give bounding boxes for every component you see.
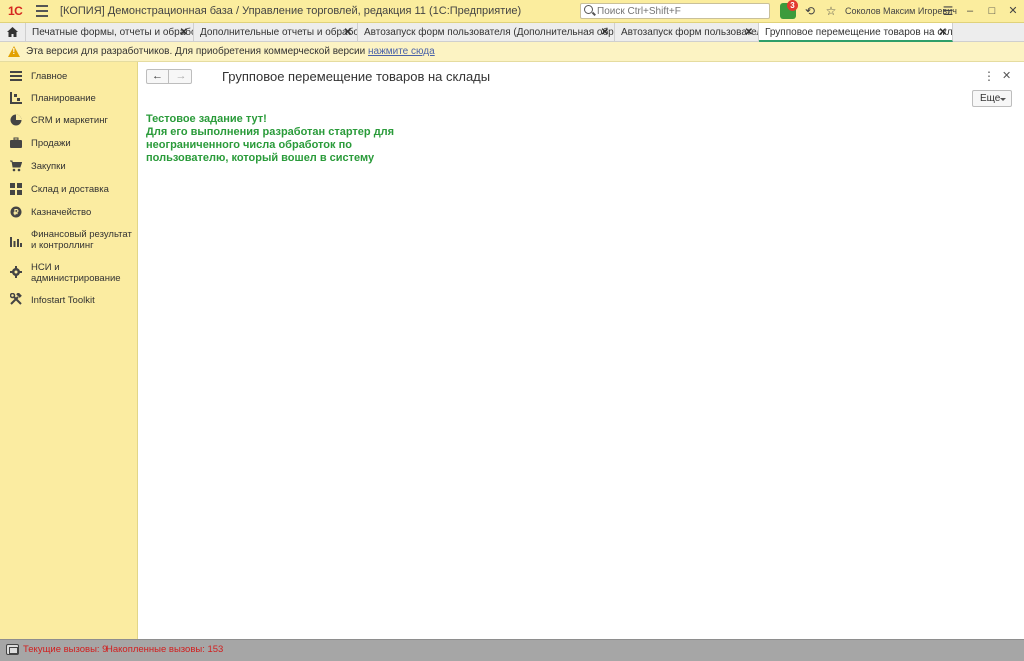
tab-additional-reports[interactable]: Дополнительные отчеты и обработки ✕: [194, 23, 358, 42]
accumulated-calls: Накопленные вызовы: 153: [106, 644, 224, 655]
sidebar-item-label: НСИ и администрирование: [31, 262, 121, 284]
more-button-label: Еще: [980, 93, 1001, 104]
close-tab-icon[interactable]: ✕: [939, 23, 947, 40]
sidebar-item-label: Infostart Toolkit: [31, 295, 95, 306]
main-menu-icon[interactable]: [36, 5, 48, 17]
sidebar-item-purchases[interactable]: Закупки: [0, 159, 138, 173]
forward-arrow-icon[interactable]: →: [170, 70, 192, 83]
sidebar-item-crm[interactable]: CRM и маркетинг: [0, 113, 138, 127]
back-arrow-icon[interactable]: ←: [147, 70, 169, 83]
developer-warning-bar: Эта версия для разработчиков. Для приобр…: [0, 42, 1024, 62]
info-text: Тестовое задание тут! Для его выполнения…: [146, 113, 446, 165]
sidebar-item-label: Продажи: [31, 138, 71, 149]
form-area: ← → Групповое перемещение товаров на скл…: [138, 62, 1024, 639]
close-tab-icon[interactable]: ✕: [745, 23, 753, 42]
search-input[interactable]: [597, 5, 767, 17]
close-tab-icon[interactable]: ✕: [344, 23, 352, 42]
sidebar-item-label: Главное: [31, 71, 68, 82]
close-tab-icon[interactable]: ✕: [601, 23, 609, 42]
sidebar-item-main[interactable]: Главное: [0, 69, 138, 83]
minimize-icon[interactable]: –: [963, 4, 977, 18]
warning-message: Эта версия для разработчиков. Для приобр…: [26, 46, 435, 57]
sidebar-item-label: Склад и доставка: [31, 184, 109, 195]
sidebar-item-label: CRM и маркетинг: [31, 115, 108, 126]
sidebar-item-infostart[interactable]: Infostart Toolkit: [0, 293, 138, 307]
current-calls: Текущие вызовы: 9: [23, 644, 108, 655]
search-field[interactable]: [580, 3, 770, 19]
chevron-down-icon: [1000, 98, 1006, 101]
more-actions-icon[interactable]: ⋮: [983, 69, 995, 83]
info-text-line: Для его выполнения разработан стартер дл…: [146, 126, 395, 138]
app-title: [КОПИЯ] Демонстрационная база / Управлен…: [60, 5, 522, 17]
tab-autostart-forms[interactable]: Автозапуск форм пользователя ✕: [615, 23, 759, 42]
title-bar: 1С [КОПИЯ] Демонстрационная база / Управ…: [0, 0, 1024, 23]
sidebar-item-warehouse[interactable]: Склад и доставка: [0, 182, 138, 196]
search-icon: [584, 5, 593, 14]
history-icon[interactable]: ⟲: [803, 4, 817, 18]
close-window-icon[interactable]: ✕: [1006, 4, 1020, 18]
warning-icon: [8, 46, 20, 57]
sidebar-item-financial-result[interactable]: Финансовый результат и контроллинг: [0, 228, 138, 252]
warehouse-icon: [10, 183, 22, 195]
gear-icon: [10, 266, 22, 278]
sidebar-item-planning[interactable]: Планирование: [0, 91, 138, 105]
tab-label: Автозапуск форм пользователя: [621, 27, 759, 38]
tab-label: Групповое перемещение товаров на склады: [765, 27, 953, 38]
windows-icon[interactable]: [6, 644, 19, 655]
sections-sidebar: Главное Планирование CRM и маркетинг Про…: [0, 62, 138, 639]
tab-group-transfer[interactable]: Групповое перемещение товаров на склады ✕: [759, 23, 953, 42]
coin-icon: ₽: [10, 206, 22, 218]
maximize-icon[interactable]: □: [985, 4, 999, 18]
notifications-button[interactable]: 3: [780, 0, 798, 19]
sidebar-item-label: Финансовый результат и контроллинг: [31, 229, 132, 251]
briefcase-icon: [10, 137, 22, 148]
close-tab-icon[interactable]: ✕: [180, 23, 188, 42]
sidebar-item-label: Планирование: [31, 93, 96, 104]
info-text-line: неограниченного числа обработок по: [146, 139, 352, 151]
menu-icon: [10, 71, 22, 81]
home-icon: [7, 27, 18, 37]
notifications-badge: 3: [787, 0, 798, 11]
open-tabs-bar: Печатные формы, отчеты и обработки ✕ Допо…: [0, 23, 1024, 42]
history-navigation: ← →: [146, 69, 192, 84]
app-logo[interactable]: 1С: [8, 4, 23, 18]
more-button[interactable]: Еще: [972, 90, 1012, 107]
sidebar-item-label: Закупки: [31, 161, 66, 172]
svg-text:₽: ₽: [13, 208, 18, 217]
pie-chart-icon: [10, 114, 22, 126]
sidebar-item-treasury[interactable]: ₽ Казначейство: [0, 205, 138, 219]
sidebar-item-label: Казначейство: [31, 207, 92, 218]
home-button[interactable]: [0, 23, 26, 42]
sidebar-item-sales[interactable]: Продажи: [0, 136, 138, 150]
planning-icon: [10, 92, 22, 104]
tab-autostart-processing[interactable]: Автозапуск форм пользователя (Дополнител…: [358, 23, 615, 42]
bar-chart-icon: [10, 237, 22, 247]
settings-menu-icon[interactable]: ☰: [941, 4, 955, 18]
purchase-link[interactable]: нажмите сюда: [368, 46, 435, 57]
info-text-line: пользователю, который вошел в систему: [146, 152, 375, 164]
status-bar: Текущие вызовы: 9 Накопленные вызовы: 15…: [0, 639, 1024, 661]
cart-icon: [10, 160, 22, 172]
tab-label: Автозапуск форм пользователя (Дополнител…: [364, 27, 614, 38]
tab-print-forms[interactable]: Печатные формы, отчеты и обработки ✕: [26, 23, 194, 42]
star-icon[interactable]: ☆: [824, 4, 838, 18]
tab-label: Дополнительные отчеты и обработки: [200, 27, 358, 38]
close-form-icon[interactable]: ✕: [1002, 69, 1011, 82]
sidebar-item-admin[interactable]: НСИ и администрирование: [0, 261, 138, 285]
tools-icon: [10, 293, 22, 305]
info-text-line: Тестовое задание тут!: [146, 113, 267, 125]
tab-label: Печатные формы, отчеты и обработки: [32, 27, 194, 38]
page-title: Групповое перемещение товаров на склады: [222, 69, 491, 84]
